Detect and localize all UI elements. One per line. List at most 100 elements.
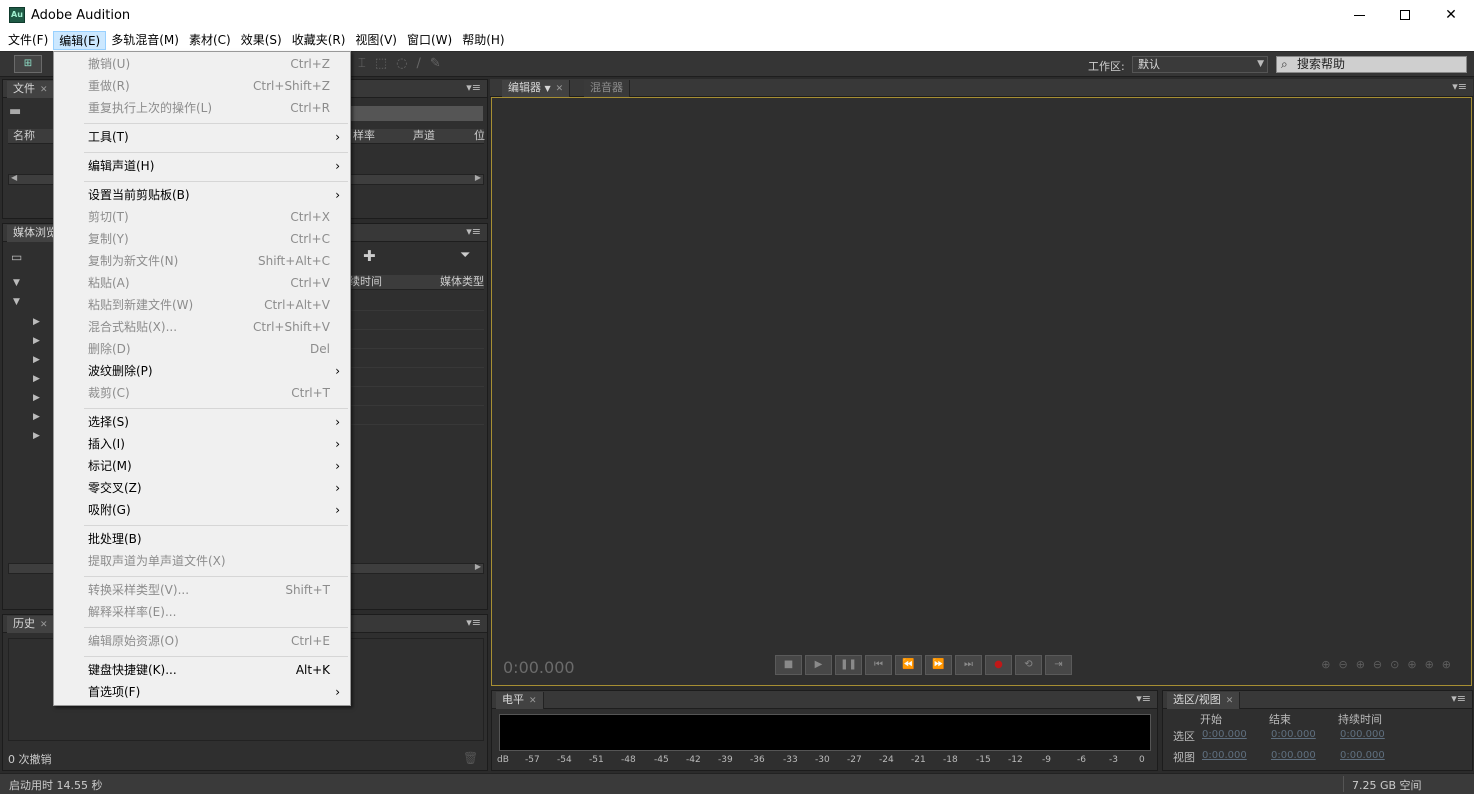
menu-item-set-clipboard[interactable]: 设置当前剪贴板(B) › [54, 184, 350, 206]
menu-item-copy-to-new[interactable]: 复制为新文件(N) Shift+Alt+C [54, 250, 350, 272]
zoom-in-amplitude-icon[interactable]: ⊕ [1321, 658, 1338, 671]
col-name[interactable]: 名称 [13, 129, 35, 143]
zoom-out-point-icon[interactable]: ⊕ [1425, 658, 1442, 671]
add-shortcut-icon[interactable]: ✚ [363, 247, 376, 265]
close-icon[interactable]: ✕ [529, 696, 537, 706]
go-to-start-button[interactable]: ⏮ [865, 655, 892, 675]
skip-selection-button[interactable]: ⇥ [1045, 655, 1072, 675]
menu-item-delete[interactable]: 删除(D) Del [54, 338, 350, 360]
tab-selection-view[interactable]: 选区/视图 ✕ [1167, 692, 1241, 709]
menu-item-zero-crossings[interactable]: 零交叉(Z) › [54, 477, 350, 499]
tree-collapse-icon[interactable]: ▶ [33, 431, 40, 441]
menu-item-tools[interactable]: 工具(T) › [54, 126, 350, 148]
menu-item-mix-paste[interactable]: 混合式粘贴(X)... Ctrl+Shift+V [54, 316, 350, 338]
col-channels[interactable]: 声道 [413, 129, 435, 143]
panel-menu-icon[interactable]: ▾≡ [466, 225, 481, 238]
panel-menu-icon[interactable]: ▾≡ [1452, 80, 1467, 93]
maximize-button[interactable] [1382, 0, 1428, 30]
tab-files[interactable]: 文件 ✕ [7, 81, 55, 98]
stop-button[interactable]: ■ [775, 655, 802, 675]
menu-item-paste-to-new[interactable]: 粘贴到新建文件(W) Ctrl+Alt+V [54, 294, 350, 316]
menu-item-batch[interactable]: 批处理(B) [54, 528, 350, 550]
zoom-in-point-icon[interactable]: ⊕ [1407, 658, 1424, 671]
zoom-full-icon[interactable]: ⊙ [1390, 658, 1407, 671]
fast-forward-button[interactable]: ⏩ [925, 655, 952, 675]
view-duration[interactable]: 0:00.000 [1340, 750, 1385, 761]
tree-collapse-icon[interactable]: ▶ [33, 374, 40, 384]
tree-collapse-icon[interactable]: ▶ [33, 317, 40, 327]
close-icon[interactable]: ✕ [40, 85, 48, 95]
menu-item-undo[interactable]: 撤销(U) Ctrl+Z [54, 53, 350, 75]
files-search-field[interactable] [349, 106, 483, 121]
loop-button[interactable]: ⟲ [1015, 655, 1042, 675]
tree-expand-icon[interactable]: ▼ [13, 278, 20, 288]
tree-collapse-icon[interactable]: ▶ [33, 412, 40, 422]
close-icon[interactable]: ✕ [40, 620, 48, 630]
rewind-button[interactable]: ⏪ [895, 655, 922, 675]
menu-item-extract-channels[interactable]: 提取声道为单声道文件(X) [54, 550, 350, 572]
menu-window[interactable]: 窗口(W) [402, 31, 457, 50]
menu-clip[interactable]: 素材(C) [184, 31, 236, 50]
help-search-input[interactable]: ⌕ 搜索帮助 [1276, 56, 1467, 73]
tree-collapse-icon[interactable]: ▶ [33, 336, 40, 346]
menu-item-marker[interactable]: 标记(M) › [54, 455, 350, 477]
tab-mixer[interactable]: 混音器 [584, 80, 630, 97]
waveform-editor-area[interactable]: 0:00.000 ■ ▶ ❚❚ ⏮ ⏪ ⏩ ⏭ ● ⟲ ⇥ ⊕⊖⊕⊖⊙⊕⊕⊕ [491, 97, 1472, 686]
waveform-view-button[interactable]: ⊞ [14, 55, 42, 73]
menu-item-edit-channels[interactable]: 编辑声道(H) › [54, 155, 350, 177]
tab-editor[interactable]: 编辑器 ▼ ✕ [502, 80, 571, 97]
lasso-icon[interactable]: ◌ [396, 56, 416, 71]
tree-collapse-icon[interactable]: ▶ [33, 393, 40, 403]
menu-view[interactable]: 视图(V) [350, 31, 402, 50]
filter-icon[interactable]: ⏷ [460, 248, 470, 263]
close-icon[interactable]: ✕ [556, 84, 564, 94]
menu-multitrack[interactable]: 多轨混音(M) [106, 31, 184, 50]
zoom-out-amplitude-icon[interactable]: ⊖ [1338, 658, 1355, 671]
pause-button[interactable]: ❚❚ [835, 655, 862, 675]
menu-item-interpret-sample-rate[interactable]: 解释采样率(E)... [54, 601, 350, 623]
menu-item-preferences[interactable]: 首选项(F) › [54, 681, 350, 703]
tab-history[interactable]: 历史 ✕ [7, 616, 55, 633]
panel-menu-icon[interactable]: ▾≡ [1136, 692, 1151, 705]
minimize-button[interactable] [1336, 0, 1382, 30]
workspace-select[interactable]: 默认 ▼ [1132, 56, 1268, 73]
menu-item-ripple-delete[interactable]: 波纹删除(P) › [54, 360, 350, 382]
col-samplerate[interactable]: 样率 [353, 129, 375, 143]
col-bits[interactable]: 位 [474, 129, 485, 143]
menu-item-copy[interactable]: 复制(Y) Ctrl+C [54, 228, 350, 250]
menu-item-redo[interactable]: 重做(R) Ctrl+Shift+Z [54, 75, 350, 97]
menu-item-crop[interactable]: 裁剪(C) Ctrl+T [54, 382, 350, 404]
spot-heal-icon[interactable]: ✎ [430, 56, 450, 71]
record-button[interactable]: ● [985, 655, 1012, 675]
menu-item-edit-original[interactable]: 编辑原始资源(O) Ctrl+E [54, 630, 350, 652]
zoom-out-time-icon[interactable]: ⊖ [1373, 658, 1390, 671]
menu-item-keyboard-shortcuts[interactable]: 键盘快捷键(K)... Alt+K [54, 659, 350, 681]
menu-item-repeat-last[interactable]: 重复执行上次的操作(L) Ctrl+R [54, 97, 350, 119]
zoom-in-time-icon[interactable]: ⊕ [1356, 658, 1373, 671]
close-icon[interactable]: ✕ [1226, 696, 1234, 706]
view-start[interactable]: 0:00.000 [1202, 750, 1247, 761]
view-end[interactable]: 0:00.000 [1271, 750, 1316, 761]
panel-menu-icon[interactable]: ▾≡ [1451, 692, 1466, 705]
menu-file[interactable]: 文件(F) [3, 31, 53, 50]
col-duration[interactable]: 续时间 [349, 275, 382, 289]
menu-item-snapping[interactable]: 吸附(G) › [54, 499, 350, 521]
panel-menu-icon[interactable]: ▾≡ [466, 81, 481, 94]
menu-favorites[interactable]: 收藏夹(R) [287, 31, 351, 50]
selection-start[interactable]: 0:00.000 [1202, 729, 1247, 740]
menu-item-convert-sample-type[interactable]: 转换采样类型(V)... Shift+T [54, 579, 350, 601]
zoom-selection-icon[interactable]: ⊕ [1442, 658, 1459, 671]
menu-item-cut[interactable]: 剪切(T) Ctrl+X [54, 206, 350, 228]
menu-item-paste[interactable]: 粘贴(A) Ctrl+V [54, 272, 350, 294]
time-selection-icon[interactable]: ⌶ [358, 56, 375, 71]
selection-duration[interactable]: 0:00.000 [1340, 729, 1385, 740]
menu-edit[interactable]: 编辑(E) [53, 31, 107, 50]
selection-end[interactable]: 0:00.000 [1271, 729, 1316, 740]
menu-item-insert[interactable]: 插入(I) › [54, 433, 350, 455]
close-button[interactable]: ✕ [1428, 0, 1474, 30]
marquee-icon[interactable]: ⬚ [375, 56, 396, 71]
drive-icon[interactable]: ▭ [11, 250, 22, 264]
brush-icon[interactable]: ∕ [416, 56, 429, 71]
menu-help[interactable]: 帮助(H) [457, 31, 509, 50]
play-button[interactable]: ▶ [805, 655, 832, 675]
